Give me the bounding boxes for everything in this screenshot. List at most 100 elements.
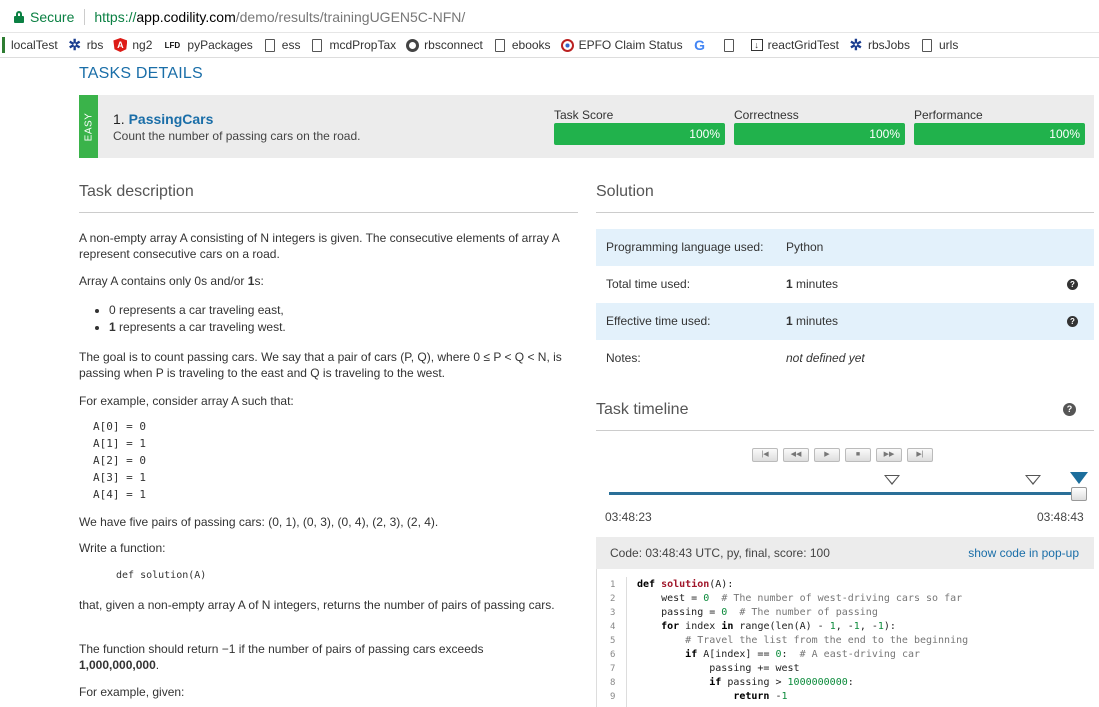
bookmark-label: reactGridTest xyxy=(767,38,839,52)
desc-paragraph: For example, given: xyxy=(79,685,185,699)
solution-row-effective-time: Effective time used: 1 minutes ? xyxy=(596,303,1094,340)
bookmark-rbs[interactable]: ✲ rbs xyxy=(68,37,104,54)
page-icon xyxy=(723,38,734,52)
bookmark-epfo[interactable]: EPFO Claim Status xyxy=(560,38,683,52)
task-description-heading: Task description xyxy=(79,183,194,200)
stop-button[interactable]: ■ xyxy=(845,448,871,462)
browser-address-bar: Secure https://app.codility.com/demo/res… xyxy=(0,0,1099,33)
timeline-start-time: 03:48:23 xyxy=(605,510,652,524)
line-number: 9 xyxy=(610,692,616,702)
star-icon: ✲ xyxy=(68,37,81,54)
code-viewer[interactable]: 1 2 3 4 5 6 7 8 9 def solution(A): west … xyxy=(596,569,1094,707)
bookmark-pypackages[interactable]: LFD pyPackages xyxy=(162,38,253,52)
url-protocol: https:// xyxy=(94,8,137,25)
timeline-track[interactable] xyxy=(609,492,1079,495)
bookmark-ng2[interactable]: Ang2 xyxy=(113,38,152,52)
divider xyxy=(596,212,1094,213)
bookmark-label: rbsJobs xyxy=(867,38,910,52)
page-icon xyxy=(921,38,932,52)
code-line: if passing > 1000000000: xyxy=(709,677,854,688)
help-icon[interactable]: ? xyxy=(1063,403,1076,416)
metric-correctness: Correctness 100% xyxy=(734,108,905,145)
page-icon xyxy=(494,38,505,52)
desc-paragraph: A non-empty array A consisting of N inte… xyxy=(79,231,560,261)
desc-bold: 1 xyxy=(109,320,116,334)
bookmark-rbsconnect[interactable]: rbsconnect xyxy=(406,38,483,52)
solution-row-notes: Notes: not defined yet xyxy=(596,340,1094,377)
desc-paragraph: We have five pairs of passing cars: (0, … xyxy=(79,515,439,529)
line-number: 7 xyxy=(610,664,616,674)
play-button[interactable]: ▶ xyxy=(814,448,840,462)
bookmark-label: mcdPropTax xyxy=(329,38,397,52)
url-host: app.codility.com xyxy=(136,8,236,25)
bookmark-urls[interactable]: urls xyxy=(920,38,958,52)
row-value: 1 minutes xyxy=(786,277,838,291)
bookmark-ebooks[interactable]: ebooks xyxy=(493,38,551,52)
line-number: 2 xyxy=(610,594,616,604)
bookmark-label: localTest xyxy=(11,38,58,52)
solution-row-language: Programming language used: Python xyxy=(596,229,1094,266)
show-code-popup-link[interactable]: show code in pop-up xyxy=(968,546,1079,560)
help-icon[interactable]: ? xyxy=(1067,316,1078,327)
desc-text: The function should return −1 if the num… xyxy=(79,642,484,656)
circle-icon xyxy=(406,38,420,52)
code-line: def solution(A): xyxy=(637,579,734,590)
list-item: 1 represents a car traveling west. xyxy=(95,319,286,336)
line-number: 3 xyxy=(610,608,616,618)
rewind-button[interactable]: ◀◀ xyxy=(783,448,809,462)
grip-icon xyxy=(2,37,5,53)
row-value: not defined yet xyxy=(786,351,865,365)
line-gutter: 1 2 3 4 5 6 7 8 9 xyxy=(597,577,627,707)
bookmark-reactgridtest[interactable]: ↓ reactGridTest xyxy=(750,38,839,52)
value-text: minutes xyxy=(792,277,839,291)
function-signature: def solution(A) xyxy=(116,570,207,581)
desc-paragraph: For example, consider array A such that: xyxy=(79,394,294,408)
line-number: 1 xyxy=(610,580,616,590)
code-line: west = 0 # The number of west-driving ca… xyxy=(637,593,963,604)
timeline-slider-handle[interactable] xyxy=(1071,487,1087,501)
timeline-current-marker[interactable] xyxy=(1070,472,1088,484)
timeline-marker[interactable] xyxy=(1025,475,1041,485)
bookmark-page[interactable] xyxy=(722,38,741,52)
task-number: 1. xyxy=(113,111,125,127)
lock-icon xyxy=(14,10,24,23)
metric-bar: 100% xyxy=(914,123,1085,145)
help-icon[interactable]: ? xyxy=(1067,279,1078,290)
bookmark-rbsjobs[interactable]: ✲ rbsJobs xyxy=(849,37,910,54)
code-info: Code: 03:48:43 UTC, py, final, score: 10… xyxy=(610,546,830,560)
bookmark-localtest[interactable]: localTest xyxy=(11,38,58,52)
timeline-marker[interactable] xyxy=(884,475,900,485)
row-value: 1 minutes xyxy=(786,314,838,328)
code-line: return -1 xyxy=(733,691,788,702)
bookmark-google[interactable]: G xyxy=(693,37,712,53)
array-example: A[0] = 0 A[1] = 1 A[2] = 0 A[3] = 1 A[4]… xyxy=(93,420,146,501)
row-key: Total time used: xyxy=(606,277,691,291)
line-number: 5 xyxy=(610,636,616,646)
desc-paragraph: The goal is to count passing cars. We sa… xyxy=(79,350,562,380)
page-icon xyxy=(264,38,275,52)
bookmark-ess[interactable]: ess xyxy=(263,38,300,52)
forward-button[interactable]: ▶▶ xyxy=(876,448,902,462)
secure-label: Secure xyxy=(30,8,75,25)
last-button[interactable]: ▶| xyxy=(907,448,933,462)
timeline-controls: |◀ ◀◀ ▶ ■ ▶▶ ▶| xyxy=(752,448,938,462)
value-text: minutes xyxy=(792,314,839,328)
bookmark-label: rbs xyxy=(86,38,104,52)
row-key: Effective time used: xyxy=(606,314,711,328)
divider xyxy=(79,212,578,213)
line-number: 4 xyxy=(610,622,616,632)
metric-bar: 100% xyxy=(554,123,725,145)
page-title: TASKS DETAILS xyxy=(79,65,203,82)
bookmark-mcdproptax[interactable]: mcdPropTax xyxy=(310,38,396,52)
list-item: 0 represents a car traveling east, xyxy=(95,303,284,317)
code-line: passing += west xyxy=(637,663,800,674)
timeline-heading: Task timeline xyxy=(596,401,689,418)
desc-bullet-list: 0 represents a car traveling east, 1 rep… xyxy=(95,302,286,336)
timeline-end-time: 03:48:43 xyxy=(1037,510,1084,524)
code-line: for index in range(len(A) - 1, -1, -1): xyxy=(661,621,896,632)
task-name-link[interactable]: PassingCars xyxy=(129,111,214,127)
task-title: 1. PassingCars xyxy=(113,111,213,127)
url-field[interactable]: Secure https://app.codility.com/demo/res… xyxy=(4,5,1094,28)
code-line: passing = 0 # The number of passing xyxy=(637,607,878,618)
first-button[interactable]: |◀ xyxy=(752,448,778,462)
